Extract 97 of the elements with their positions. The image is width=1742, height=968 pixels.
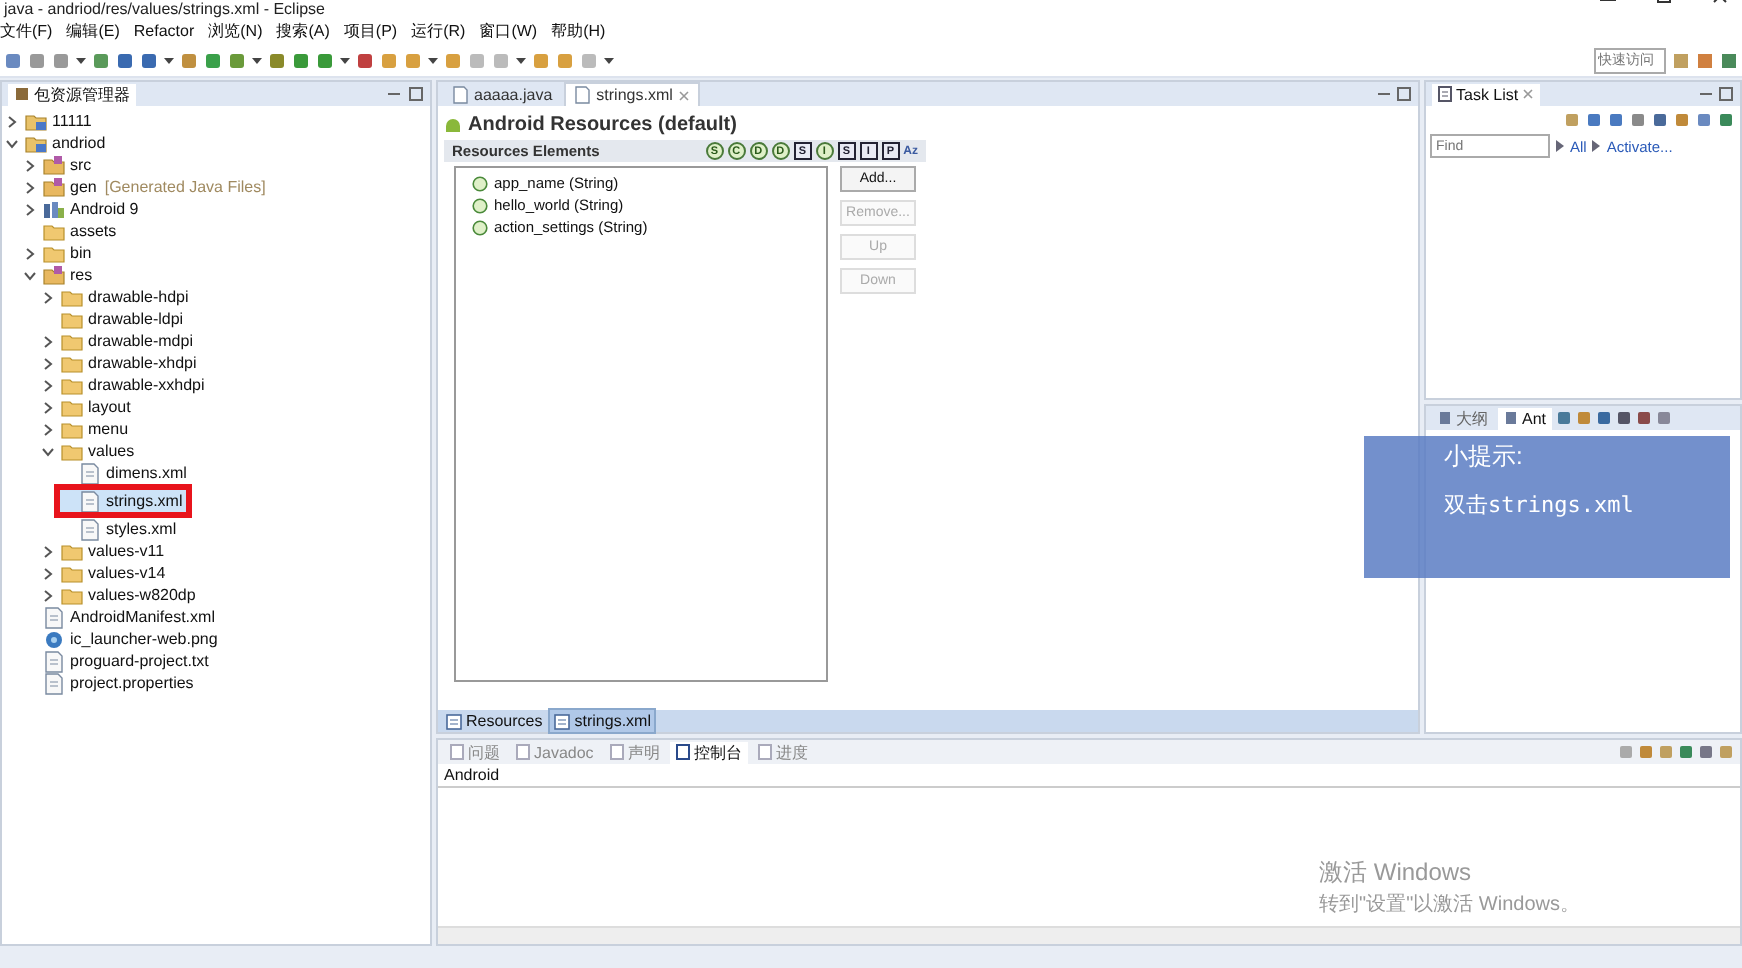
- tree-item[interactable]: res: [24, 264, 97, 286]
- tree-item[interactable]: values-v14: [42, 562, 170, 584]
- menubar-entry[interactable]: 浏览(N): [208, 20, 263, 42]
- tree-item[interactable]: proguard-project.txt: [24, 650, 213, 672]
- tree-item[interactable]: ic_launcher-web.png: [24, 628, 222, 650]
- folder-icon: [60, 583, 84, 607]
- activation-title: 激活 Windows: [1319, 856, 1474, 890]
- triangle-icon: [1556, 140, 1564, 152]
- view-tab[interactable]: 包资源管理器: [8, 83, 136, 105]
- task-list-icon: [1438, 86, 1452, 102]
- view-icon: [757, 744, 772, 760]
- folder-icon: [60, 373, 84, 397]
- view-tab[interactable]: Task List: [1432, 83, 1541, 105]
- console-header: Android: [438, 764, 1740, 788]
- view-icon: [675, 744, 690, 760]
- maximize-icon[interactable]: [1718, 86, 1734, 102]
- window-title: java - andriod/res/values/strings.xml - Eclipse: [1, 2, 326, 18]
- maximize-icon[interactable]: [1396, 86, 1412, 102]
- tree-item[interactable]: bin: [24, 242, 96, 264]
- package-folder-icon: [42, 153, 66, 177]
- tree-item[interactable]: src: [24, 154, 96, 176]
- folder-icon: [60, 329, 84, 353]
- file-icon: [42, 605, 66, 629]
- view-icon: [516, 744, 530, 760]
- tree-item[interactable]: drawable-ldpi: [42, 308, 188, 330]
- tree-item[interactable]: layout: [42, 396, 135, 418]
- folder-icon: [42, 219, 66, 243]
- menubar-entry[interactable]: 运行(R): [411, 20, 466, 42]
- tree-item[interactable]: values: [42, 440, 139, 462]
- menubar-entry[interactable]: 编辑(E): [66, 20, 120, 42]
- close-icon[interactable]: [678, 89, 691, 101]
- file-icon: [42, 671, 66, 695]
- file-icon: [78, 461, 102, 485]
- xml-file-icon: [554, 713, 571, 729]
- folder-icon: [60, 285, 84, 309]
- menubar-entry[interactable]: 帮助(H): [551, 20, 606, 42]
- menubar-entry[interactable]: 文件(F): [0, 20, 53, 42]
- maximize-icon[interactable]: [408, 86, 424, 102]
- page-tab[interactable]: strings.xml: [548, 708, 657, 734]
- editor-tab[interactable]: aaaaa.java: [444, 83, 561, 105]
- folder-icon: [60, 439, 84, 463]
- decoration-label: [Generated Java Files]: [104, 178, 266, 196]
- image-file-icon: [42, 627, 66, 651]
- view-tab[interactable]: 控制台: [669, 741, 748, 763]
- file-icon: [78, 489, 102, 513]
- tree-item[interactable]: assets: [24, 220, 121, 242]
- tree-item[interactable]: values-v11: [42, 540, 169, 562]
- tree-item[interactable]: Android 9: [24, 198, 143, 220]
- folder-icon: [60, 351, 84, 375]
- view-tab[interactable]: Ant: [1498, 407, 1553, 429]
- close-icon[interactable]: [1522, 88, 1535, 100]
- tree-item[interactable]: andriod: [6, 132, 110, 154]
- folder-icon: [60, 417, 84, 441]
- tree-item[interactable]: strings.xml: [60, 490, 187, 512]
- editor-heading: Android Resources (default): [468, 114, 737, 136]
- package-folder-icon: [42, 263, 66, 287]
- project-folder-icon: [24, 131, 48, 155]
- hint-title: 小提示:: [1444, 440, 1525, 474]
- xml-file-icon: [574, 86, 591, 104]
- view-tab[interactable]: 大纲: [1432, 407, 1494, 429]
- menubar-entry[interactable]: Refactor: [133, 22, 195, 40]
- triangle-icon: [1592, 140, 1601, 152]
- view-icon: [450, 744, 464, 760]
- library-icon: [42, 197, 66, 221]
- tree-item[interactable]: AndroidManifest.xml: [24, 606, 219, 628]
- tree-item[interactable]: styles.xml: [60, 518, 181, 540]
- java-file-icon: [452, 85, 468, 103]
- file-icon: [42, 649, 66, 673]
- tree-item[interactable]: 11111: [6, 110, 96, 132]
- tree-item[interactable]: drawable-hdpi: [42, 286, 193, 308]
- tree-item[interactable]: dimens.xml: [60, 462, 191, 484]
- file-icon: [78, 517, 102, 541]
- hint-text: 双击strings.xml: [1444, 490, 1636, 520]
- tree-item[interactable]: menu: [42, 418, 133, 440]
- folder-icon: [60, 307, 84, 331]
- folder-icon: [60, 561, 84, 585]
- tree-item[interactable]: drawable-xhdpi: [42, 352, 201, 374]
- tree-item[interactable]: values-w820dp: [42, 584, 200, 606]
- tree-item[interactable]: gen [Generated Java Files]: [24, 176, 270, 198]
- project-folder-icon: [24, 109, 48, 133]
- editor-tab[interactable]: strings.xml: [564, 82, 701, 106]
- menubar-entry[interactable]: 窗口(W): [479, 20, 538, 42]
- android-icon: [444, 116, 462, 134]
- folder-icon: [60, 395, 84, 419]
- page-tab[interactable]: Resources: [442, 710, 547, 732]
- tree-item[interactable]: project.properties: [24, 672, 198, 694]
- tree-item[interactable]: drawable-mdpi: [42, 330, 197, 352]
- activation-text: 转到"设置"以激活 Windows。: [1319, 891, 1580, 918]
- folder-icon: [42, 241, 66, 265]
- menubar-entry[interactable]: 项目(P): [343, 20, 398, 42]
- tree-item[interactable]: drawable-xxhdpi: [42, 374, 209, 396]
- package-folder-icon: [42, 175, 66, 199]
- scrollbar[interactable]: [438, 926, 1740, 944]
- view-icon: [609, 744, 624, 760]
- folder-icon: [60, 539, 84, 563]
- menubar-entry[interactable]: 搜索(A): [276, 20, 330, 42]
- form-icon: [446, 713, 462, 729]
